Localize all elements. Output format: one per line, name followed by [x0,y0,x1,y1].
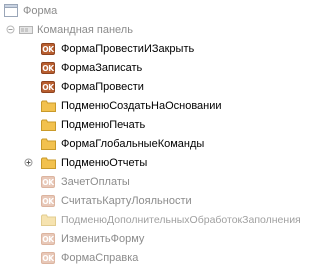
tree-item-forma-provesti[interactable]: OK ФормаПровести [0,78,316,96]
tree-item-label: ФормаПровестиИЗакрыть [61,43,195,55]
tree-item-podmenu-otchety[interactable]: ПодменюОтчеты [0,154,316,172]
tree-item-zachet-oplaty[interactable]: OK ЗачетОплаты [0,173,316,191]
folder-icon [41,119,56,131]
tree-item-label: ЗачетОплаты [61,176,130,188]
tree-item-label: ПодменюДополнительныхОбработокЗаполнения [61,214,301,226]
tree-node-label: Форма [23,5,58,17]
tree-item-label: СчитатьКартуЛояльности [61,195,192,207]
tree-item-label: ИзменитьФорму [61,233,145,245]
tree-item-label: ФормаГлобальныеКоманды [61,138,205,150]
ok-icon: OK [41,62,55,74]
folder-icon [41,138,56,150]
ok-icon: OK [41,233,55,245]
tree-node-command-panel[interactable]: Командная панель [0,21,316,39]
tree-item-label: ФормаЗаписать [61,62,143,74]
tree-item-podmenu-dopolnitelnyh-obrabotok[interactable]: ПодменюДополнительныхОбработокЗаполнения [0,211,316,229]
folder-icon [41,157,56,169]
tree-item-label: ФормаПровести [61,81,144,93]
ok-icon: OK [41,43,55,55]
tree-item-forma-provesti-i-zakryt[interactable]: OK ФормаПровестиИЗакрыть [0,40,316,58]
form-icon [4,4,18,17]
folder-icon [41,100,56,112]
tree-item-forma-zapisat[interactable]: OK ФормаЗаписать [0,59,316,77]
folder-icon [41,214,56,226]
tree-item-podmenu-pechat[interactable]: ПодменюПечать [0,116,316,134]
tree-item-label: ПодменюПечать [61,119,146,131]
collapse-icon[interactable] [6,25,15,34]
tree-item-schitat-kartu-loyalnosti[interactable]: OK СчитатьКартуЛояльности [0,192,316,210]
tree-item-label: ПодменюСоздатьНаОсновании [61,100,222,112]
ok-icon: OK [41,176,55,188]
command-panel-icon [19,26,33,34]
expand-icon[interactable] [24,158,33,167]
tree-item-podmenu-sozdat-na-osnovanii[interactable]: ПодменюСоздатьНаОсновании [0,97,316,115]
ok-icon: OK [41,81,55,93]
tree-item-label: ПодменюОтчеты [61,157,148,169]
tree-node-label: Командная панель [37,24,133,36]
tree-item-label: ФормаСправка [61,252,139,264]
ok-icon: OK [41,252,55,264]
tree-item-forma-globalnye-komandy[interactable]: ФормаГлобальныеКоманды [0,135,316,153]
ok-icon: OK [41,195,55,207]
tree-item-forma-spravka[interactable]: OK ФормаСправка [0,249,316,267]
tree-item-izmenit-formu[interactable]: OK ИзменитьФорму [0,230,316,248]
tree-node-form[interactable]: Форма [0,2,316,20]
